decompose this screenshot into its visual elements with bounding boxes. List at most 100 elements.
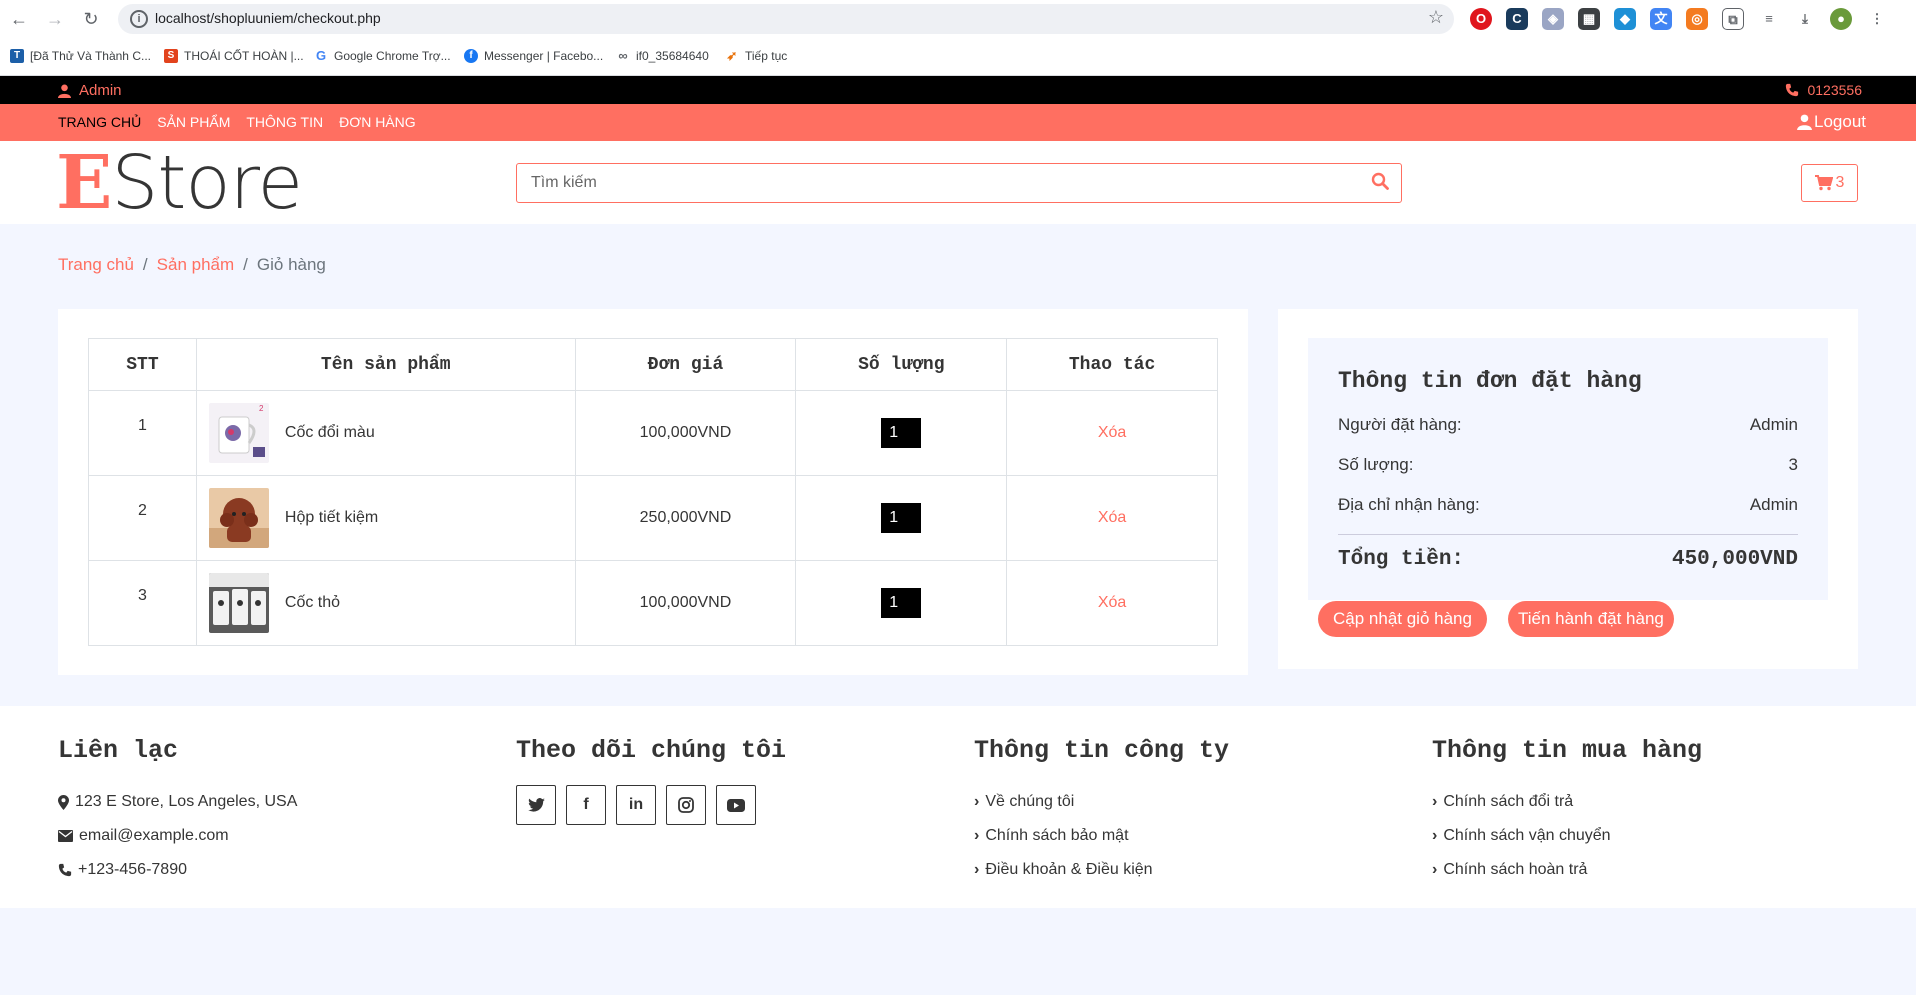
bookmark-star-icon[interactable]: ☆ — [1428, 7, 1444, 28]
nav-info[interactable]: Thông tin — [246, 114, 323, 130]
site-info-icon[interactable]: i — [130, 10, 148, 28]
product-name[interactable]: Cốc đổi màu — [285, 424, 375, 442]
breadcrumb-current: Giỏ hàng — [256, 255, 326, 274]
extension-icon[interactable]: ▦ — [1578, 8, 1600, 30]
footer: Liên lạc 123 E Store, Los Angeles, USA e… — [0, 706, 1916, 908]
phone-icon — [1786, 83, 1799, 97]
product-image[interactable] — [208, 573, 269, 633]
logout-button[interactable]: Logout — [1797, 112, 1866, 132]
nav-orders[interactable]: Đơn hàng — [339, 114, 416, 130]
divider — [1338, 534, 1798, 535]
instagram-icon[interactable] — [666, 785, 706, 825]
facebook-icon: f — [464, 49, 478, 63]
delete-button[interactable]: Xóa — [1098, 594, 1126, 611]
footer-link[interactable]: › Điều khoản & Điều kiện — [974, 853, 1229, 887]
breadcrumb-separator: / — [243, 255, 248, 274]
search-button[interactable] — [1371, 172, 1393, 194]
forward-icon[interactable]: → — [44, 8, 66, 30]
bookmark-item[interactable]: S THOÁI CỐT HOÀN |... — [164, 49, 304, 63]
chevron-right-icon: › — [974, 827, 980, 844]
contact-address: 123 E Store, Los Angeles, USA — [58, 785, 297, 819]
user-link[interactable]: Admin — [58, 82, 122, 99]
bookmark-item[interactable]: G Google Chrome Trợ... — [314, 49, 451, 63]
delete-button[interactable]: Xóa — [1098, 509, 1126, 526]
translate-icon[interactable]: 文 — [1650, 8, 1672, 30]
breadcrumb-home[interactable]: Trang chủ — [58, 255, 134, 275]
top-bar: Admin 0123556 — [0, 76, 1916, 104]
extension-icon[interactable]: C — [1506, 8, 1528, 30]
footer-contact: Liên lạc 123 E Store, Los Angeles, USA e… — [58, 736, 297, 887]
bookmark-item[interactable]: T [Đã Thử Và Thành C... — [10, 49, 151, 63]
menu-icon[interactable]: ⋮ — [1866, 8, 1888, 30]
quantity-label: Số lượng: — [1338, 455, 1414, 474]
column-header: Tên sản phẩm — [195, 338, 576, 391]
footer-link[interactable]: › Về chúng tôi — [974, 785, 1229, 819]
update-cart-button[interactable]: Cập nhật giỏ hàng — [1318, 601, 1487, 637]
extension-icon[interactable]: ◆ — [1614, 8, 1636, 30]
reload-icon[interactable]: ↻ — [80, 8, 102, 30]
reading-list-icon[interactable]: ≡ — [1758, 8, 1780, 30]
footer-link[interactable]: › Chính sách đổi trả — [1432, 785, 1702, 819]
bookmark-item[interactable]: ➶ Tiếp tục — [725, 49, 787, 63]
cart-table: STT Tên sản phẩm Đơn giá Số lượng Thao t… — [88, 338, 1218, 646]
youtube-icon[interactable] — [716, 785, 756, 825]
breadcrumb-products[interactable]: Sản phẩm — [157, 255, 235, 275]
cart-count: 3 — [1835, 174, 1845, 191]
puzzle-icon[interactable]: ⧉ — [1722, 8, 1744, 30]
user-icon — [1797, 114, 1812, 130]
extension-icon[interactable]: ◎ — [1686, 8, 1708, 30]
avatar[interactable]: ● — [1830, 8, 1852, 30]
chevron-right-icon: › — [1432, 827, 1438, 844]
facebook-icon[interactable]: f — [566, 785, 606, 825]
footer-link[interactable]: › Chính sách vận chuyển — [1432, 819, 1702, 853]
product-name[interactable]: Cốc thỏ — [285, 594, 340, 612]
table-row: 1 2 Cốc đổi màu 100,000VND 1 Xóa — [88, 390, 1218, 476]
download-icon[interactable]: ⤓ — [1794, 8, 1816, 30]
nav-products[interactable]: Sản phẩm — [157, 114, 230, 130]
buyer-label: Người đặt hàng: — [1338, 415, 1462, 434]
action-cell: Xóa — [1006, 475, 1218, 561]
quantity-input[interactable]: 1 — [881, 503, 922, 533]
address-value: Admin — [1749, 495, 1798, 514]
footer-link[interactable]: › Chính sách bảo mật — [974, 819, 1229, 853]
bookmark-item[interactable]: f Messenger | Facebo... — [464, 49, 603, 63]
row-number: 2 — [88, 475, 197, 561]
delete-button[interactable]: Xóa — [1098, 424, 1126, 441]
row-number: 1 — [88, 390, 197, 476]
table-row: 3 Cốc thỏ 100,000VND 1 Xóa — [88, 560, 1218, 646]
extensions-area: O C ◈ ▦ ◆ 文 ◎ ⧉ ≡ ⤓ ● ⋮ — [1470, 8, 1888, 30]
search-input[interactable] — [531, 172, 1351, 194]
back-icon[interactable]: ← — [8, 8, 30, 30]
address-bar[interactable]: i localhost/shopluuniem/checkout.php ☆ — [118, 4, 1454, 34]
url-text[interactable]: localhost/shopluuniem/checkout.php — [155, 10, 381, 26]
opera-icon[interactable]: O — [1470, 8, 1492, 30]
main-nav: Trang chủ Sản phẩm Thông tin Đơn hàng Lo… — [0, 104, 1916, 141]
google-icon: G — [314, 48, 328, 63]
total-value: 450,000VND — [1671, 548, 1798, 571]
chevron-right-icon: › — [1432, 861, 1438, 878]
bookmark-item[interactable]: ∞ if0_35684640 — [616, 49, 709, 63]
chevron-right-icon: › — [974, 861, 980, 878]
quantity-input[interactable]: 1 — [881, 418, 922, 448]
product-cell: Cốc thỏ — [195, 560, 576, 646]
product-image[interactable]: 2 — [208, 403, 269, 463]
logo[interactable]: EStore — [56, 143, 303, 223]
twitter-icon[interactable] — [516, 785, 556, 825]
quantity-input[interactable]: 1 — [881, 588, 922, 618]
place-order-button[interactable]: Tiến hành đặt hàng — [1508, 601, 1674, 637]
user-icon — [58, 84, 71, 98]
column-header: Số lượng — [795, 338, 1008, 391]
phone-link[interactable]: 0123556 — [1785, 82, 1862, 98]
quantity-cell: 1 — [795, 475, 1008, 561]
product-image[interactable] — [208, 488, 269, 548]
cart-button[interactable]: 3 — [1801, 164, 1858, 202]
footer-link[interactable]: › Chính sách hoàn trả — [1432, 853, 1702, 887]
bookmark-favicon-icon: T — [10, 49, 24, 63]
total-label: Tổng tiền: — [1338, 548, 1465, 571]
linkedin-icon[interactable]: in — [616, 785, 656, 825]
nav-home[interactable]: Trang chủ — [58, 114, 141, 130]
footer-heading: Theo dõi chúng tôi — [516, 736, 787, 765]
summary-row-buyer: Người đặt hàng: Admin — [1338, 415, 1798, 435]
product-name[interactable]: Hộp tiết kiệm — [285, 509, 378, 527]
shield-icon[interactable]: ◈ — [1542, 8, 1564, 30]
